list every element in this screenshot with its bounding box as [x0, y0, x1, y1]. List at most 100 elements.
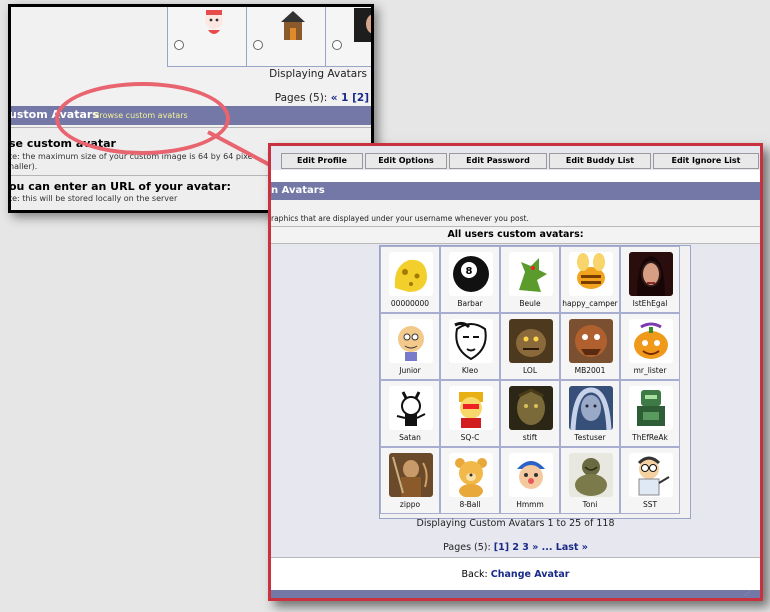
orc-avatar-icon[interactable]: [569, 319, 613, 363]
highlight-ring: [55, 82, 230, 155]
pages-links[interactable]: « 1 [2]: [331, 92, 369, 104]
avatar-cell[interactable]: happy_camper: [560, 246, 620, 313]
grid-title: All users custom avatars:: [271, 227, 760, 244]
avatar-username: mr_lister: [633, 366, 667, 375]
avatar-strip: [11, 7, 371, 67]
yellow-blob-avatar-icon[interactable]: [389, 252, 433, 296]
cartoon-devil-avatar-icon[interactable]: [389, 386, 433, 430]
avatar-username: Junior: [399, 366, 421, 375]
section-header: n Avatars: [271, 182, 760, 200]
avatar-cell[interactable]: zippo: [380, 447, 440, 514]
pagination: Pages (5): [1] 2 3 » ... Last »: [271, 542, 760, 553]
green-dragon-avatar-icon[interactable]: [509, 252, 553, 296]
red-cartoon-avatar-icon[interactable]: [449, 386, 493, 430]
avatar-cell[interactable]: LOL: [500, 313, 560, 380]
avatar-cell[interactable]: Satan: [380, 380, 440, 447]
avatar-grid: 00000000 8 Barbar Beule happy_camper IstEhEga…: [379, 245, 691, 519]
pages-links[interactable]: [1] 2 3 » ... Last »: [494, 542, 588, 553]
house-avatar-icon: [281, 11, 305, 40]
avatar-username: MB2001: [574, 366, 606, 375]
avatar-username: Toni: [582, 500, 598, 509]
bee-avatar-icon[interactable]: [569, 252, 613, 296]
avatar-url-heading: ou can enter an URL of your avatar:: [9, 180, 231, 193]
avatar-cell[interactable]: Hmmm: [500, 447, 560, 514]
section-title: n Avatars: [271, 185, 325, 196]
avatar-option-cell[interactable]: [167, 7, 247, 67]
change-avatar-link[interactable]: Change Avatar: [491, 569, 570, 580]
avatar-username: Testuser: [574, 433, 606, 442]
avatar-cell[interactable]: 00000000: [380, 246, 440, 313]
scientist-avatar-icon[interactable]: [629, 453, 673, 497]
avatar-cell[interactable]: 8-Ball: [440, 447, 500, 514]
avatar-username: Satan: [399, 433, 421, 442]
avatar-username: Beule: [519, 299, 541, 308]
footer-bar: [271, 590, 760, 598]
green-robot-avatar-icon[interactable]: [629, 386, 673, 430]
resize-grip-icon[interactable]: ⋰: [744, 590, 754, 597]
tab-edit-ignore-list[interactable]: Edit Ignore List: [653, 153, 759, 169]
tab-edit-password[interactable]: Edit Password: [449, 153, 547, 169]
avatar-cell[interactable]: mr_lister: [620, 313, 680, 380]
creature-avatar-icon[interactable]: [509, 319, 553, 363]
avatar-username: Hmmm: [516, 500, 544, 509]
avatar-radio[interactable]: [174, 40, 184, 50]
woman-avatar-icon: [354, 8, 371, 42]
tab-edit-profile[interactable]: Edit Profile: [281, 153, 363, 169]
description-row: raphics that are displayed under your us…: [271, 200, 760, 227]
cartoon-kid-avatar-icon[interactable]: [509, 453, 553, 497]
avatar-cell[interactable]: MB2001: [560, 313, 620, 380]
avatar-username: Barbar: [457, 299, 483, 308]
profile-tabs: Edit Profile Edit Options Edit Password …: [281, 153, 760, 169]
avatar-username: IstEhEgal: [632, 299, 668, 308]
buddha-avatar-icon[interactable]: [569, 453, 613, 497]
avatar-radio[interactable]: [253, 40, 263, 50]
woman-portrait-avatar-icon[interactable]: [629, 252, 673, 296]
pages-label: Pages (5):: [443, 542, 491, 553]
sketch-face-avatar-icon[interactable]: [449, 319, 493, 363]
blue-woman-avatar-icon[interactable]: [569, 386, 613, 430]
avatar-username: ThEfReAk: [632, 433, 668, 442]
avatar-cell[interactable]: SQ-C: [440, 380, 500, 447]
avatar-option-cell[interactable]: [325, 7, 371, 67]
doll-avatar-icon: [205, 10, 223, 34]
warrior-avatar-icon[interactable]: [389, 453, 433, 497]
avatar-url-note: te: this will be stored locally on the s…: [9, 194, 178, 203]
avatars-display-text: Displaying Avatars: [269, 68, 367, 80]
teddy-bear-avatar-icon[interactable]: [449, 453, 493, 497]
avatar-username: zippo: [399, 500, 421, 509]
use-custom-note-2: naller).: [9, 162, 38, 171]
back-label: Back:: [461, 569, 488, 580]
pumpkin-avatar-icon[interactable]: [629, 319, 673, 363]
avatar-cell[interactable]: Junior: [380, 313, 440, 380]
avatar-cell[interactable]: Toni: [560, 447, 620, 514]
avatar-cell[interactable]: stift: [500, 380, 560, 447]
svg-text:8: 8: [466, 266, 473, 277]
zoomed-window: Edit Profile Edit Options Edit Password …: [268, 143, 763, 601]
tab-edit-options[interactable]: Edit Options: [365, 153, 447, 169]
pages-label: Pages (5):: [274, 92, 328, 104]
avatar-cell[interactable]: IstEhEgal: [620, 246, 680, 313]
avatar-cell[interactable]: 8 Barbar: [440, 246, 500, 313]
avatar-radio[interactable]: [332, 40, 342, 50]
pagination: Pages (5): « 1 [2]: [275, 92, 369, 104]
back-row: Back: Change Avatar: [271, 557, 760, 592]
dark-fantasy-avatar-icon[interactable]: [509, 386, 553, 430]
avatar-username: 8-Ball: [459, 500, 481, 509]
avatar-username: stift: [522, 433, 538, 442]
tab-edit-buddy-list[interactable]: Edit Buddy List: [549, 153, 651, 169]
avatar-cell[interactable]: ThEfReAk: [620, 380, 680, 447]
avatar-cell[interactable]: Testuser: [560, 380, 620, 447]
custom-avatars-display-text: Displaying Custom Avatars 1 to 25 of 118: [416, 518, 615, 529]
cartoon-boy-avatar-icon[interactable]: [389, 319, 433, 363]
avatar-cell[interactable]: Kleo: [440, 313, 500, 380]
avatar-username: Kleo: [461, 366, 479, 375]
spacer-strip: [271, 170, 760, 182]
avatar-cell[interactable]: Beule: [500, 246, 560, 313]
eight-ball-avatar-icon[interactable]: 8: [449, 252, 493, 296]
description-text: raphics that are displayed under your us…: [271, 214, 529, 223]
avatar-username: 00000000: [390, 299, 430, 308]
avatar-cell[interactable]: SST: [620, 447, 680, 514]
avatar-option-cell[interactable]: [246, 7, 326, 67]
avatar-username: LOL: [523, 366, 537, 375]
avatar-username: SST: [642, 500, 658, 509]
